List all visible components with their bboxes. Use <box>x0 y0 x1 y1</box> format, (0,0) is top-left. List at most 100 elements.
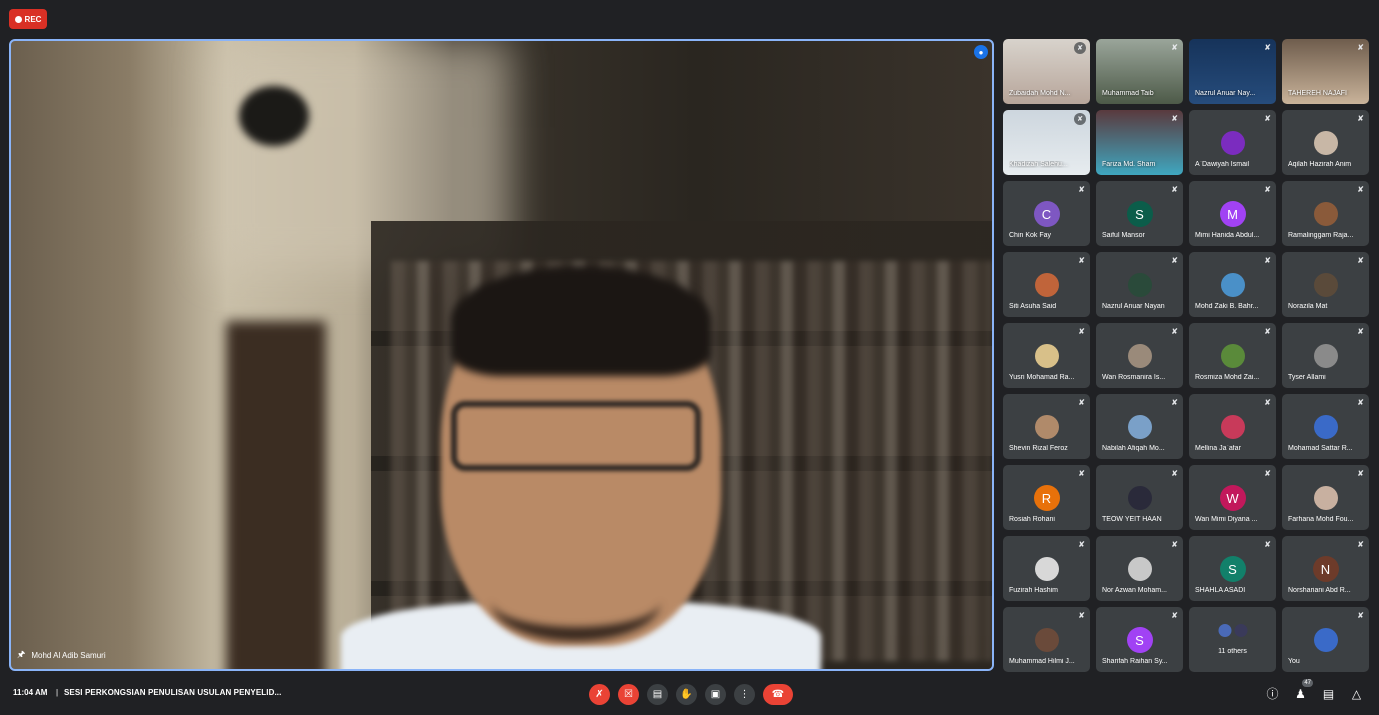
avatar <box>1220 415 1245 439</box>
mic-muted-icon: ✘ <box>1357 469 1364 478</box>
captions-icon: ▤ <box>652 689 663 700</box>
camera-off-button[interactable]: ☒ <box>618 684 639 705</box>
mic-muted-icon: ✘ <box>1078 185 1085 194</box>
mic-muted-icon: ✘ <box>1171 398 1178 407</box>
mic-muted-icon: ✘ <box>1171 256 1178 265</box>
recording-label: REC <box>24 14 42 24</box>
participant-name: 11 others <box>1218 648 1247 655</box>
others-avatars <box>1218 624 1247 637</box>
mic-muted-icon: ✘ <box>1264 114 1271 123</box>
avatar <box>1313 415 1338 439</box>
background-door <box>226 321 326 669</box>
participant-name: Mimi Hanida Abdul... <box>1195 232 1260 239</box>
participant-name: SHAHLA ASADI <box>1195 587 1246 594</box>
present-icon: ▣ <box>710 689 721 700</box>
avatar: S <box>1219 556 1246 582</box>
more-vert-icon: ⋮ <box>739 689 750 700</box>
participant-tile[interactable]: ✘ Ramalinggam Raja... <box>1282 181 1369 246</box>
participant-name: Mohamad Sattar R... <box>1288 445 1353 452</box>
chat-button[interactable]: ▤ <box>1321 686 1336 701</box>
participant-name: Zubaidah Mohd N... <box>1009 90 1071 97</box>
mic-muted-icon: ✘ <box>1357 611 1364 620</box>
avatar <box>1313 202 1338 226</box>
participant-tile[interactable]: ✘ Nor Azwan Moham... <box>1096 536 1183 601</box>
phone-hangup-icon: ☎ <box>771 689 785 700</box>
participant-name: Nazrul Anuar Nayan <box>1102 303 1165 310</box>
side-panel-controls: ⓘ ♟ 47 ▤ △ <box>1265 679 1364 701</box>
participant-name: Mohd Zaki B. Bahr... <box>1195 303 1259 310</box>
participant-tile[interactable]: ✘ Shevin Rizal Feroz <box>1003 394 1090 459</box>
record-dot-icon <box>14 15 22 23</box>
avatar: W <box>1219 485 1246 511</box>
meeting-details-button[interactable]: ⓘ <box>1265 686 1280 701</box>
participant-tile[interactable]: ✘ C Chin Kok Fay <box>1003 181 1090 246</box>
participant-tile[interactable]: ✘ Rosmiza Mohd Zai... <box>1189 323 1276 388</box>
participant-tile[interactable]: ✘ Yusri Mohamad Ra... <box>1003 323 1090 388</box>
mic-muted-icon: ✘ <box>1357 114 1364 123</box>
participant-tile[interactable]: ✘ S Sharifah Raihan Sy... <box>1096 607 1183 672</box>
participant-tile[interactable]: ✘ You <box>1282 607 1369 672</box>
participant-tile[interactable]: ✘ Mohd Zaki B. Bahr... <box>1189 252 1276 317</box>
avatar: S <box>1126 201 1153 227</box>
microphone-off-button[interactable]: ✗ <box>589 684 610 705</box>
mic-muted-icon: ✘ <box>1264 185 1271 194</box>
participant-name: Chin Kok Fay <box>1009 232 1052 239</box>
captions-button[interactable]: ▤ <box>647 684 668 705</box>
more-options-button[interactable]: ⋮ <box>734 684 755 705</box>
participant-tile[interactable]: ✘ Tyser Allami <box>1282 323 1369 388</box>
participant-tile[interactable]: ✘ Farhana Mohd Fou... <box>1282 465 1369 530</box>
mic-muted-icon: ✘ <box>1171 469 1178 478</box>
participant-tile[interactable]: 11 others <box>1189 607 1276 672</box>
avatar <box>1234 624 1247 637</box>
participant-tile[interactable]: ✘ Fariza Md. Sham <box>1096 110 1183 175</box>
pin-icon[interactable]: 🖈 <box>17 647 25 663</box>
participant-tile[interactable]: ✘ Mohamad Sattar R... <box>1282 394 1369 459</box>
participant-tile[interactable]: ✘ Muhammad Hilmi J... <box>1003 607 1090 672</box>
participant-tile[interactable]: ✘ Aqilah Hazirah Anim <box>1282 110 1369 175</box>
participant-name: Saiful Mansor <box>1102 232 1145 239</box>
participant-name: TAHEREH NAJAFI <box>1288 90 1347 97</box>
participant-tile[interactable]: ✘ Muhammad Taib <box>1096 39 1183 104</box>
participant-tile[interactable]: ✘ Wan Rosmanira Is... <box>1096 323 1183 388</box>
mic-muted-icon: ✘ <box>1078 398 1085 407</box>
present-screen-button[interactable]: ▣ <box>705 684 726 705</box>
mic-muted-icon: ✘ <box>1078 327 1085 336</box>
main-speaker-video[interactable]: ● 🖈 Mohd Al Adib Samuri <box>9 39 994 671</box>
participant-tile[interactable]: ✘ Nazrul Anuar Nay... <box>1189 39 1276 104</box>
avatar: S <box>1126 627 1153 653</box>
mic-muted-icon: ✘ <box>1357 327 1364 336</box>
participant-tile[interactable]: ✘ Norazila Mat <box>1282 252 1369 317</box>
participant-name: Yusri Mohamad Ra... <box>1009 374 1075 381</box>
participant-tile[interactable]: ✘ Nazrul Anuar Nayan <box>1096 252 1183 317</box>
participant-tile[interactable]: ✘ A`Dawiyah Ismail <box>1189 110 1276 175</box>
people-button[interactable]: ♟ 47 <box>1293 679 1313 701</box>
participant-tile[interactable]: ✘ S SHAHLA ASADI <box>1189 536 1276 601</box>
participant-tile[interactable]: ✘ Fuzirah Hashim <box>1003 536 1090 601</box>
participant-tile[interactable]: ✘ M Mimi Hanida Abdul... <box>1189 181 1276 246</box>
participant-tile[interactable]: ✘ Mellina Ja`afar <box>1189 394 1276 459</box>
participant-tile[interactable]: ✘ N Norshariani Abd R... <box>1282 536 1369 601</box>
mic-muted-icon: ✘ <box>1171 611 1178 620</box>
participant-tile[interactable]: ✘ Zubaidah Mohd N... <box>1003 39 1090 104</box>
participant-tile[interactable]: ✘ S Saiful Mansor <box>1096 181 1183 246</box>
hand-icon: ✋ <box>680 689 693 700</box>
mic-muted-icon: ✘ <box>1357 43 1364 52</box>
avatar <box>1313 344 1338 368</box>
participant-tile[interactable]: ✘ TEOW YEIT HAAN <box>1096 465 1183 530</box>
participant-tile[interactable]: ✘ TAHEREH NAJAFI <box>1282 39 1369 104</box>
participant-name: Nor Azwan Moham... <box>1102 587 1167 594</box>
participant-tile[interactable]: ✘ Nabilah Afiqah Mo... <box>1096 394 1183 459</box>
participant-tile[interactable]: ✘ Khadizah Salehu... <box>1003 110 1090 175</box>
participant-name: Fuzirah Hashim <box>1009 587 1059 594</box>
activities-button[interactable]: △ <box>1349 686 1364 701</box>
raise-hand-button[interactable]: ✋ <box>676 684 697 705</box>
participant-name: Muhammad Taib <box>1102 90 1154 97</box>
participant-name: Nabilah Afiqah Mo... <box>1102 445 1165 452</box>
avatar <box>1127 557 1152 581</box>
participant-name: Rosiah Rohani <box>1009 516 1055 523</box>
mic-muted-icon: ✘ <box>1074 113 1086 125</box>
participant-tile[interactable]: ✘ W Wan Mimi Diyana ... <box>1189 465 1276 530</box>
participant-tile[interactable]: ✘ Siti Asuha Said <box>1003 252 1090 317</box>
leave-call-button[interactable]: ☎ <box>763 684 793 705</box>
participant-tile[interactable]: ✘ R Rosiah Rohani <box>1003 465 1090 530</box>
